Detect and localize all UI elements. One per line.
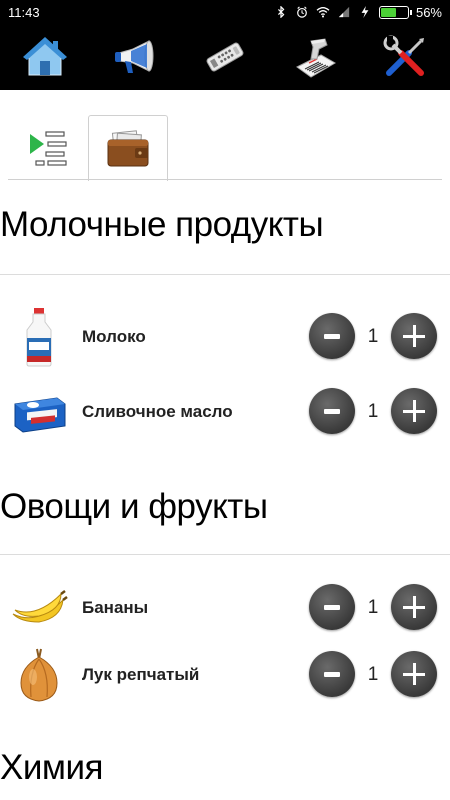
- item-name: Бананы: [82, 598, 149, 617]
- minus-icon: [324, 604, 340, 610]
- item-quantity: 1: [367, 401, 379, 422]
- increase-button[interactable]: [391, 313, 437, 359]
- increase-button[interactable]: [391, 651, 437, 697]
- battery-level: [380, 7, 396, 17]
- item-quantity: 1: [367, 597, 379, 618]
- battery-icon: [378, 5, 412, 19]
- decrease-button[interactable]: [309, 651, 355, 697]
- onion-thumbnail: [8, 643, 70, 707]
- remote-control-button[interactable]: [197, 29, 253, 85]
- status-bar: 11:43 56%: [0, 0, 450, 24]
- section-divider: [0, 554, 450, 555]
- tools-settings-icon: [383, 35, 424, 76]
- section-title-vegetables: Овощи и фрукты: [0, 487, 268, 526]
- list-item: Бананы 1: [0, 576, 450, 640]
- decrease-button[interactable]: [309, 388, 355, 434]
- tab-bar: [0, 90, 450, 182]
- bananas-thumbnail: [8, 576, 70, 640]
- wifi-icon: [316, 7, 330, 18]
- milk-thumbnail: [8, 305, 70, 369]
- megaphone-button[interactable]: [107, 29, 163, 85]
- item-quantity: 1: [367, 664, 379, 685]
- butter-thumbnail: [8, 380, 70, 444]
- list-item: Лук репчатый 1: [0, 643, 450, 707]
- increase-button[interactable]: [391, 388, 437, 434]
- barcode-scanner-button[interactable]: [287, 29, 343, 85]
- home-icon: [23, 37, 67, 76]
- battery-percent: 56%: [415, 4, 442, 20]
- decrease-button[interactable]: [309, 584, 355, 630]
- minus-icon: [324, 408, 340, 414]
- minus-icon: [324, 333, 340, 339]
- increase-button[interactable]: [391, 584, 437, 630]
- bananas-icon: [12, 590, 68, 623]
- list-play-icon: [30, 130, 67, 166]
- settings-tools-button[interactable]: [377, 29, 433, 85]
- section-title-chemicals: Химия: [0, 748, 103, 787]
- decrease-button[interactable]: [309, 313, 355, 359]
- bluetooth-icon: [277, 6, 285, 18]
- section-divider: [0, 274, 450, 275]
- signal-icon: [338, 6, 350, 18]
- item-name: Сливочное масло: [82, 402, 233, 421]
- milk-bottle-icon: [26, 308, 52, 367]
- charging-icon: [361, 6, 369, 18]
- megaphone-icon: [115, 40, 154, 73]
- item-name: Лук репчатый: [82, 665, 200, 684]
- tab-list[interactable]: [8, 115, 88, 180]
- butter-pack-icon: [14, 397, 66, 433]
- status-icons: 56%: [274, 5, 442, 20]
- item-quantity: 1: [367, 326, 379, 347]
- barcode-scanner-icon: [296, 38, 336, 78]
- list-item: Молоко 1: [0, 305, 450, 369]
- list-item: Сливочное масло 1: [0, 380, 450, 444]
- alarm-icon: [297, 6, 307, 18]
- tab-wallet[interactable]: [88, 115, 168, 181]
- tab-underline: [8, 179, 442, 180]
- minus-icon: [324, 671, 340, 677]
- home-button[interactable]: [17, 29, 73, 85]
- wallet-icon: [107, 129, 149, 166]
- remote-control-icon: [206, 42, 244, 72]
- top-toolbar: [0, 24, 450, 90]
- item-name: Молоко: [82, 327, 146, 346]
- status-time: 11:43: [8, 4, 40, 20]
- onion-icon: [20, 648, 58, 702]
- section-title-dairy: Молочные продукты: [0, 205, 324, 244]
